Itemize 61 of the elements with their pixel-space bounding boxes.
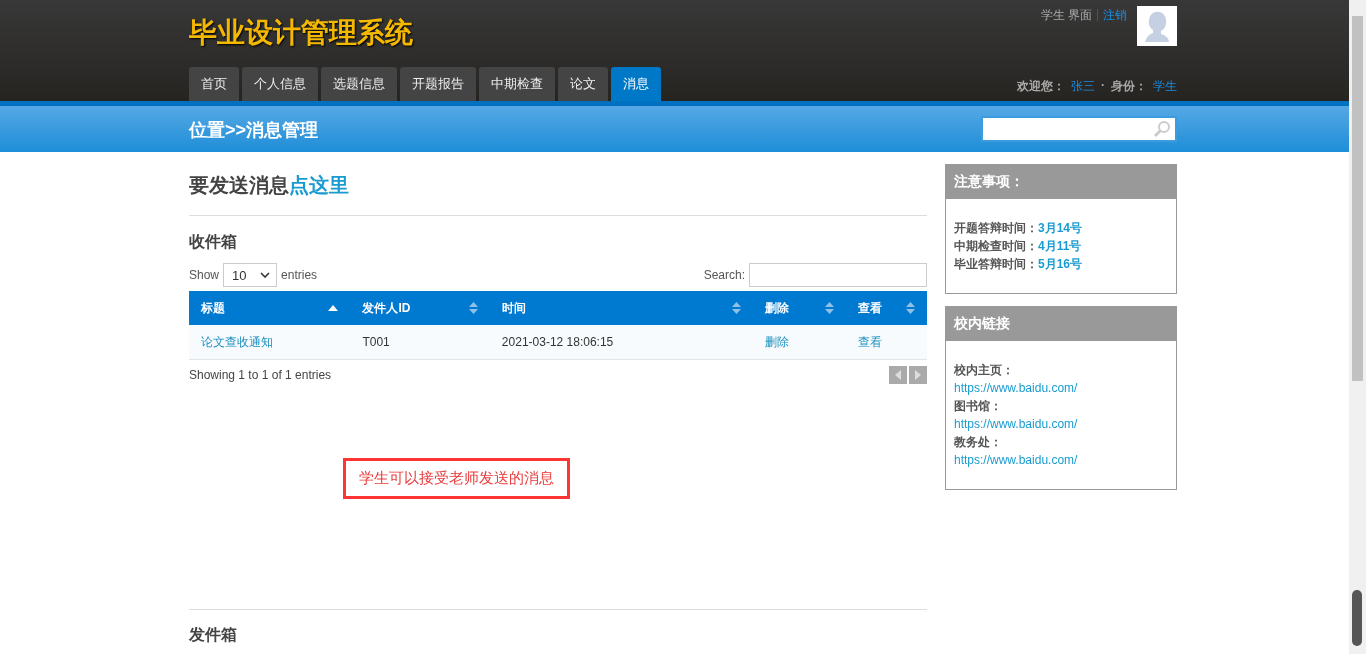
search-field[interactable] bbox=[981, 116, 1177, 142]
triangle-right-icon bbox=[915, 370, 921, 380]
triangle-left-icon bbox=[895, 370, 901, 380]
table-cell: 2021-03-12 18:06:15 bbox=[489, 325, 753, 360]
nav-tab[interactable]: 选题信息 bbox=[321, 67, 397, 101]
url-link[interactable]: https://www.baidu.com/ bbox=[954, 415, 1078, 433]
column-header[interactable]: 标题 bbox=[189, 291, 351, 325]
scrollbar[interactable] bbox=[1349, 0, 1366, 654]
nav-tab[interactable]: 开题报告 bbox=[400, 67, 476, 101]
column-header[interactable]: 时间 bbox=[489, 291, 753, 325]
welcome-label: 欢迎您： bbox=[1017, 78, 1065, 95]
identity-label: 身份： bbox=[1111, 78, 1147, 95]
send-message-prompt: 要发送消息 bbox=[189, 174, 289, 196]
column-header[interactable]: 删除 bbox=[752, 291, 847, 325]
notice-label: 开题答辩时间： bbox=[954, 221, 1038, 235]
annotation-note: 学生可以接受老师发送的消息 bbox=[343, 458, 570, 499]
view-link[interactable]: 查看 bbox=[858, 334, 883, 349]
column-header[interactable]: 发件人ID bbox=[350, 291, 490, 325]
notice-label: 中期检查时间： bbox=[954, 239, 1038, 253]
send-message-link[interactable]: 点这里 bbox=[289, 174, 349, 196]
url-link[interactable]: https://www.baidu.com/ bbox=[954, 451, 1078, 469]
search-label: Search: bbox=[703, 268, 745, 282]
table-search-field[interactable] bbox=[749, 263, 927, 287]
breadcrumb: 位置>>消息管理 bbox=[189, 119, 319, 142]
link-label: 教务处： bbox=[954, 434, 1003, 451]
notice-label: 毕业答辩时间： bbox=[954, 257, 1038, 271]
table-cell: T001 bbox=[350, 325, 490, 360]
link-label: 校内主页： bbox=[954, 362, 1015, 379]
entries-label: entries bbox=[281, 268, 318, 282]
column-header[interactable]: 查看 bbox=[846, 291, 927, 325]
next-page-button[interactable] bbox=[909, 366, 927, 384]
logout-link[interactable]: 注销 bbox=[1103, 7, 1127, 24]
nav-tab[interactable]: 个人信息 bbox=[242, 67, 318, 101]
role-label: 学生 界面 bbox=[1040, 7, 1092, 24]
show-label: Show bbox=[189, 268, 220, 282]
nav-tab[interactable]: 消息 bbox=[611, 67, 661, 101]
identity-link[interactable]: 学生 bbox=[1153, 78, 1177, 95]
site-logo: 毕业设计管理系统 bbox=[189, 16, 413, 50]
search-icon bbox=[1153, 120, 1171, 138]
link-label: 图书馆： bbox=[954, 398, 1003, 415]
delete-link[interactable]: 删除 bbox=[764, 334, 789, 349]
url-link[interactable]: https://www.baidu.com/ bbox=[954, 379, 1078, 397]
user-name-link[interactable]: 张三 bbox=[1071, 78, 1095, 95]
avatar bbox=[1137, 6, 1177, 46]
separator: | bbox=[1095, 7, 1099, 23]
message-title-link[interactable]: 论文查收通知 bbox=[201, 334, 273, 349]
previous-page-button[interactable] bbox=[889, 366, 907, 384]
notice-date: 4月11号 bbox=[1038, 239, 1082, 253]
nav-tab[interactable]: 论文 bbox=[558, 67, 608, 101]
page-size-select[interactable]: 10 bbox=[223, 263, 278, 287]
notice-date: 5月16号 bbox=[1038, 257, 1083, 271]
card-title: 注意事项： bbox=[946, 165, 1176, 199]
notice-date: 3月14号 bbox=[1038, 221, 1083, 235]
table-info: Showing 1 to 1 of 1 entries bbox=[189, 368, 332, 382]
nav-tab[interactable]: 首页 bbox=[189, 67, 239, 101]
chevron-down-icon bbox=[260, 272, 271, 278]
inbox-heading: 收件箱 bbox=[189, 232, 238, 252]
outbox-heading: 发件箱 bbox=[189, 625, 238, 645]
nav-tab[interactable]: 中期检查 bbox=[479, 67, 555, 101]
separator-dot: · bbox=[1101, 78, 1105, 94]
card-title: 校内链接 bbox=[946, 307, 1176, 341]
